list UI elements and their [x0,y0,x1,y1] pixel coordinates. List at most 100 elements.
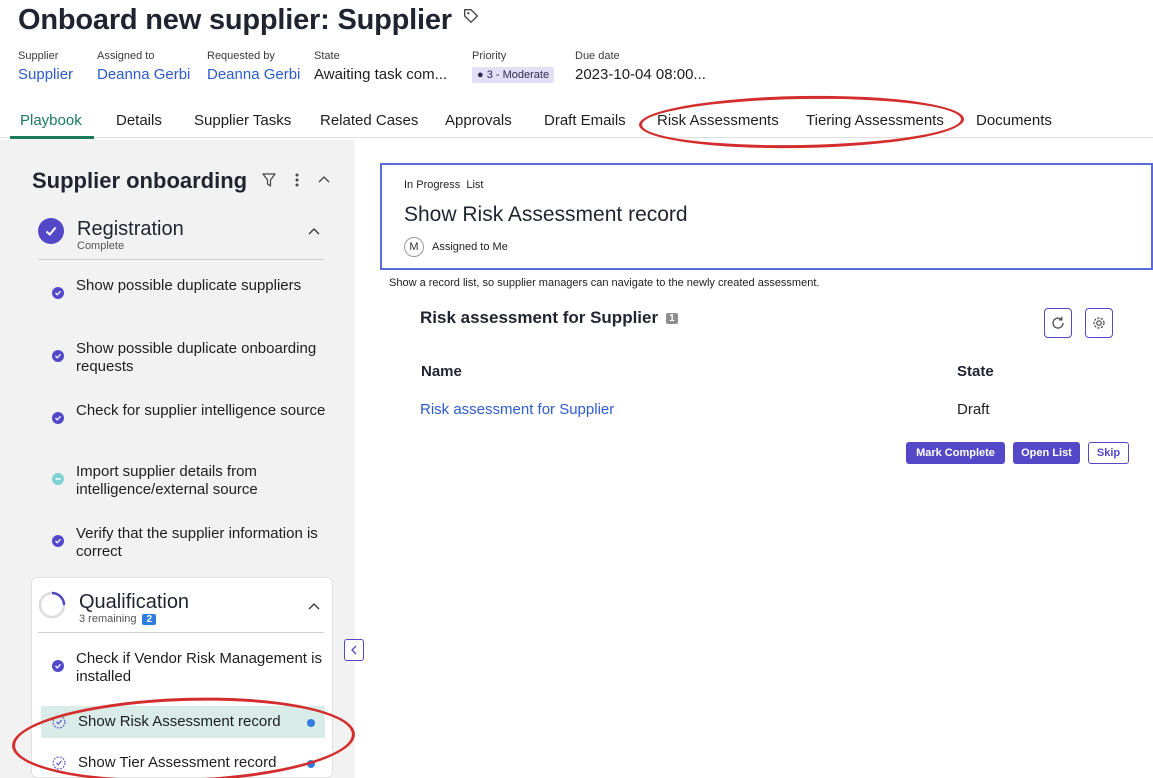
stage-name: Qualification [79,591,190,613]
chevron-up-icon[interactable] [308,601,320,611]
record-list-title: Risk assessment for Supplier 1 [420,308,678,328]
record-name-link[interactable]: Risk assessment for Supplier [420,401,614,418]
column-header-state[interactable]: State [957,363,994,380]
open-list-button[interactable]: Open List [1013,442,1080,464]
record-meta: Supplier Supplier Assigned to Deanna Ger… [18,50,725,83]
playbook-toolbar [262,172,330,188]
playbook-panel: Supplier onboarding Registration Complet… [0,140,364,778]
meta-priority: Priority ● 3 - Moderate [472,50,575,83]
assignment-text: Assigned to Me [432,241,508,253]
unread-dot-icon [307,719,315,727]
task-item[interactable]: Show possible duplicate suppliers [52,277,342,299]
skip-button[interactable]: Skip [1088,442,1129,464]
activity-title: Show Risk Assessment record [404,203,688,226]
list-settings-button[interactable] [1085,308,1113,338]
mark-complete-button[interactable]: Mark Complete [906,442,1005,464]
remaining-count-text: 3 remaining [79,613,137,625]
tab-documents[interactable]: Documents [976,112,1052,129]
meta-state: State Awaiting task com... [314,50,472,83]
meta-label: Assigned to [97,50,155,62]
meta-due-date: Due date 2023-10-04 08:00... [575,50,725,83]
activity-status-row: In Progress List [404,179,484,191]
refresh-button[interactable] [1044,308,1072,338]
in-progress-ring-icon [38,591,66,619]
meta-label: Supplier [18,50,59,62]
task-item-selected[interactable]: Show Risk Assessment record [52,713,342,731]
record-list-title-text: Risk assessment for Supplier [420,308,659,327]
tab-tiering-assessments[interactable]: Tiering Assessments [806,112,944,129]
tab-related-cases[interactable]: Related Cases [320,112,418,129]
avatar: M [404,237,424,257]
task-item[interactable]: Check for supplier intelligence source [52,402,342,424]
meta-requested-by: Requested by Deanna Gerbi [207,50,314,83]
active-tab-indicator [10,136,94,139]
task-label: Show possible duplicate suppliers [76,277,302,294]
stage-divider [38,632,324,633]
task-item[interactable]: Check if Vendor Risk Management is insta… [52,650,342,686]
task-item[interactable]: Verify that the supplier information is … [52,525,342,561]
supplier-link[interactable]: Supplier [18,66,97,83]
collapse-panel-button[interactable] [344,639,364,661]
record-state: Draft [957,401,990,418]
tab-risk-assessments[interactable]: Risk Assessments [657,112,779,129]
record-count-badge: 1 [666,312,678,324]
meta-assigned-to: Assigned to Deanna Gerbi [97,50,207,83]
chevron-up-icon[interactable] [308,226,320,236]
activity-description: Show a record list, so supplier managers… [389,277,820,289]
meta-label: Due date [575,50,620,62]
stage-qualification[interactable]: Qualification 3 remaining 2 [38,591,189,625]
task-item[interactable]: Show Tier Assessment record [52,754,342,772]
tab-playbook[interactable]: Playbook [20,112,82,129]
page-title: Onboard new supplier: Supplier [18,4,452,36]
tab-draft-emails[interactable]: Draft Emails [544,112,626,129]
meta-label: Requested by [207,50,275,62]
playbook-title: Supplier onboarding [32,168,248,193]
meta-label: State [314,50,340,62]
task-complete-icon [52,350,64,362]
task-label: Import supplier details from intelligenc… [76,463,258,498]
task-item[interactable]: Show possible duplicate onboarding reque… [52,340,342,376]
refresh-icon [1052,316,1064,329]
state-value: Awaiting task com... [314,66,448,83]
tab-supplier-tasks[interactable]: Supplier Tasks [194,112,291,129]
requested-by-link[interactable]: Deanna Gerbi [207,66,314,83]
task-label: Show Tier Assessment record [78,754,277,771]
stage-registration[interactable]: Registration Complete [38,218,184,252]
task-item[interactable]: Import supplier details from intelligenc… [52,463,342,499]
stage-status: Complete [77,240,125,252]
task-label: Check if Vendor Risk Management is insta… [76,650,322,685]
chevron-left-icon [351,645,357,655]
task-complete-icon [52,535,64,547]
record-tabs: Playbook Details Supplier Tasks Related … [0,106,1153,139]
stage-status: 3 remaining 2 [79,613,189,625]
stage-name: Registration [77,218,184,240]
activity-status: In Progress [404,179,461,191]
task-label: Show possible duplicate onboarding reque… [76,340,317,375]
task-label: Show Risk Assessment record [78,713,281,730]
task-skipped-icon [52,473,64,485]
due-date-value: 2023-10-04 08:00... [575,66,706,83]
more-options-icon[interactable] [294,172,300,188]
tab-details[interactable]: Details [116,112,162,129]
unread-dot-icon [307,760,315,768]
task-complete-icon [52,660,64,672]
tab-approvals[interactable]: Approvals [445,112,512,129]
pending-clock-icon [52,715,66,729]
assigned-to-link[interactable]: Deanna Gerbi [97,66,207,83]
activity-card: In Progress List Show Risk Assessment re… [380,163,1153,270]
task-label: Verify that the supplier information is … [76,525,318,560]
activity-type: List [466,179,484,191]
stage-complete-icon [38,218,64,244]
meta-label: Priority [472,50,507,62]
priority-badge: ● 3 - Moderate [472,67,555,83]
chevron-up-icon[interactable] [318,172,330,188]
task-complete-icon [52,412,64,424]
stage-divider [38,259,324,260]
task-complete-icon [52,287,64,299]
pending-clock-icon [52,756,66,770]
task-label: Check for supplier intelligence source [76,402,326,419]
filter-icon[interactable] [262,172,276,188]
column-header-name[interactable]: Name [421,363,462,380]
tag-icon[interactable] [462,7,480,25]
meta-supplier: Supplier Supplier [18,50,97,83]
